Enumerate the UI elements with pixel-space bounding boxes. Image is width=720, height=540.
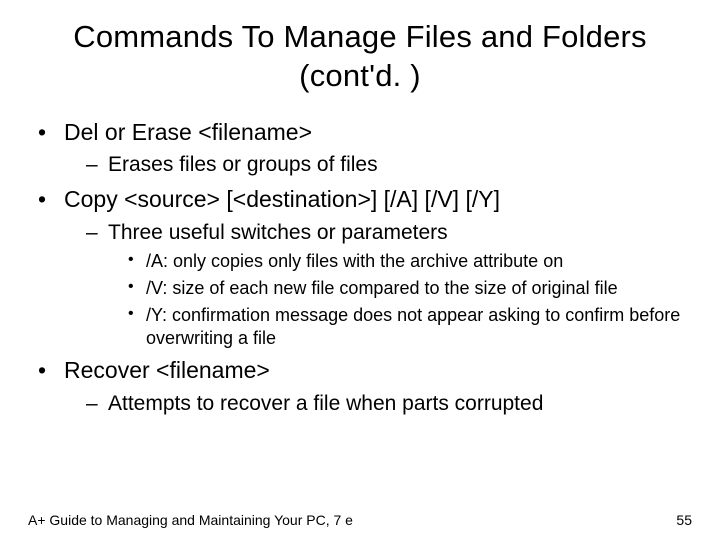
item-text: /A: only copies only files with the arch… [146,251,563,271]
page-number: 55 [676,512,692,528]
bullet-list-level2: Erases files or groups of files [64,151,692,178]
bullet-list-level2: Attempts to recover a file when parts co… [64,390,692,417]
list-item: Copy <source> [<destination>] [/A] [/V] … [36,185,692,350]
bullet-list-level1: Del or Erase <filename> Erases files or … [28,118,692,418]
list-item: Recover <filename> Attempts to recover a… [36,356,692,417]
footer: A+ Guide to Managing and Maintaining You… [28,512,692,528]
list-item: Del or Erase <filename> Erases files or … [36,118,692,179]
item-text: Copy <source> [<destination>] [/A] [/V] … [64,186,500,212]
list-item: /A: only copies only files with the arch… [128,250,692,273]
item-text: Attempts to recover a file when parts co… [108,392,543,415]
bullet-list-level2: Three useful switches or parameters /A: … [64,219,692,350]
footer-left-text: A+ Guide to Managing and Maintaining You… [28,512,353,528]
item-text: /Y: confirmation message does not appear… [146,305,680,348]
item-text: Three useful switches or parameters [108,221,448,244]
list-item: Attempts to recover a file when parts co… [86,390,692,417]
list-item: Erases files or groups of files [86,151,692,178]
item-text: Recover <filename> [64,357,270,383]
item-text: Del or Erase <filename> [64,119,312,145]
item-text: Erases files or groups of files [108,153,378,176]
slide-title: Commands To Manage Files and Folders (co… [28,18,692,96]
list-item: /Y: confirmation message does not appear… [128,304,692,350]
list-item: /V: size of each new file compared to th… [128,277,692,300]
slide: Commands To Manage Files and Folders (co… [0,0,720,540]
list-item: Three useful switches or parameters /A: … [86,219,692,350]
item-text: /V: size of each new file compared to th… [146,278,618,298]
bullet-list-level3: /A: only copies only files with the arch… [108,250,692,350]
